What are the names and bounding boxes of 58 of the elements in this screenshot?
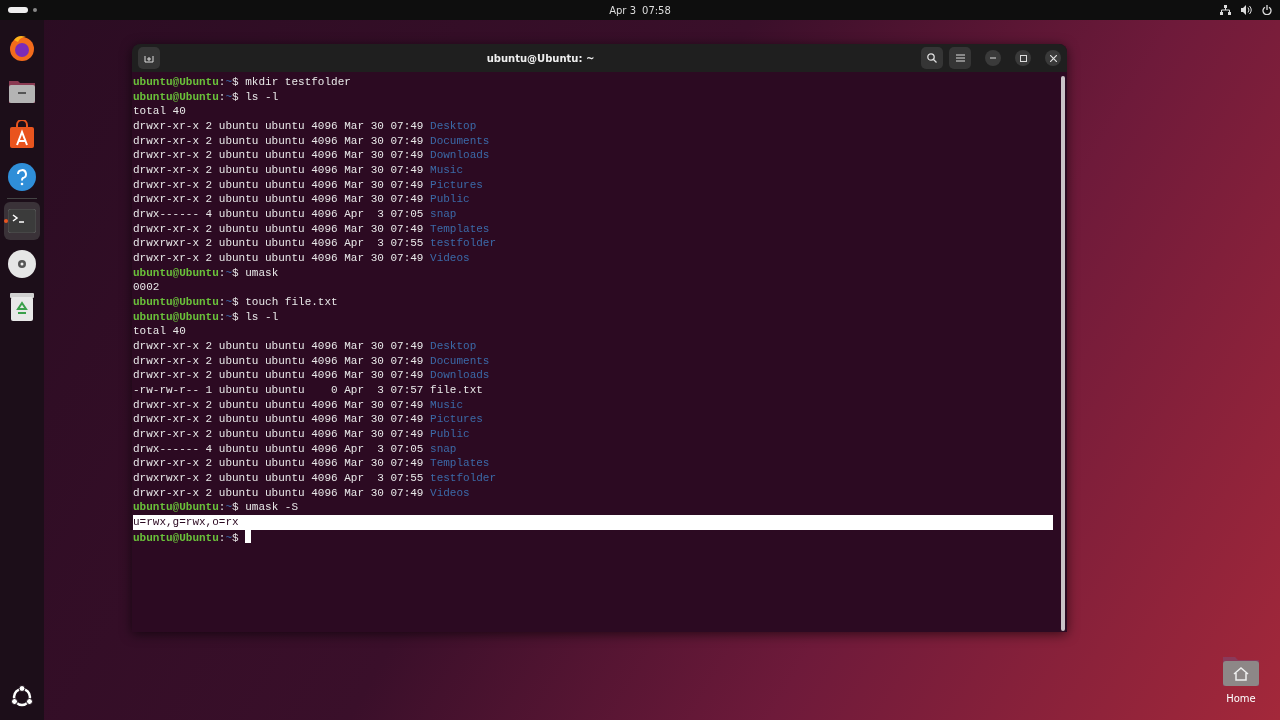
output-line: 0002 [133, 280, 161, 296]
volume-icon[interactable] [1241, 5, 1252, 15]
listing-line: drwxr-xr-x 2 ubuntu ubuntu 4096 Mar 30 07:49 Documents [133, 353, 491, 369]
listing-line: drwxr-xr-x 2 ubuntu ubuntu 4096 Mar 30 07:49 Documents [133, 133, 491, 149]
listing-line: drwx------ 4 ubuntu ubuntu 4096 Apr 3 07:05 snap [133, 441, 458, 457]
listing-line: drwxr-xr-x 2 ubuntu ubuntu 4096 Mar 30 07:49 Pictures [133, 412, 484, 428]
home-folder-icon[interactable] [1222, 655, 1260, 687]
listing-line: drwxrwxr-x 2 ubuntu ubuntu 4096 Apr 3 07:55 testfolder [133, 236, 498, 252]
listing-line: drwxr-xr-x 2 ubuntu ubuntu 4096 Mar 30 07:49 Videos [133, 251, 471, 266]
minimize-button[interactable] [985, 50, 1001, 66]
listing-line: drwxrwxr-x 2 ubuntu ubuntu 4096 Apr 3 07:55 testfolder [133, 471, 498, 486]
prompt-line: ubuntu@Ubuntu:~$ ls -l [133, 89, 280, 105]
listing-line: -rw-rw-r-- 1 ubuntu ubuntu 0 Apr 3 07:57 file.txt [133, 383, 484, 398]
maximize-icon [1019, 54, 1027, 62]
close-icon [1049, 54, 1057, 62]
listing-line: drwxr-xr-x 2 ubuntu ubuntu 4096 Mar 30 07:49 Pictures [133, 177, 484, 193]
menu-button[interactable] [949, 47, 971, 69]
output-line: total 40 [133, 324, 187, 340]
listing-line: drwxr-xr-x 2 ubuntu ubuntu 4096 Mar 30 07:49 Music [133, 397, 465, 413]
menu-icon [955, 54, 965, 62]
minimize-icon [990, 57, 996, 59]
workspace-indicator-icon[interactable] [8, 7, 38, 13]
search-icon [927, 53, 937, 63]
maximize-button[interactable] [1015, 50, 1031, 66]
prompt-line: ubuntu@Ubuntu:~$ [133, 529, 1053, 545]
listing-line: drwxr-xr-x 2 ubuntu ubuntu 4096 Mar 30 07:49 Desktop [133, 119, 478, 134]
home-folder-label[interactable]: Home [1226, 693, 1256, 704]
prompt-line: ubuntu@Ubuntu:~$ umask [133, 265, 280, 281]
listing-line: drwxr-xr-x 2 ubuntu ubuntu 4096 Mar 30 07:49 Videos [133, 485, 471, 501]
terminal-icon[interactable] [8, 209, 36, 233]
search-button[interactable] [921, 47, 943, 69]
scrollbar[interactable] [1061, 76, 1065, 631]
listing-line: drwxr-xr-x 2 ubuntu ubuntu 4096 Mar 30 07:49 Public [133, 427, 471, 442]
prompt-line: ubuntu@Ubuntu:~$ mkdir testfolder [133, 75, 352, 90]
listing-line: drwxr-xr-x 2 ubuntu ubuntu 4096 Mar 30 07:49 Desktop [133, 339, 478, 354]
window-title: ubuntu@Ubuntu: ~ [485, 52, 596, 64]
prompt-line: ubuntu@Ubuntu:~$ ls -l [133, 309, 280, 325]
prompt-line: ubuntu@Ubuntu:~$ touch file.txt [133, 295, 339, 310]
app-grid-logo-icon[interactable] [10, 685, 34, 709]
power-icon[interactable] [1262, 5, 1272, 15]
clock-date[interactable]: Apr 3 [609, 4, 636, 16]
listing-line: drwxr-xr-x 2 ubuntu ubuntu 4096 Mar 30 07:49 Music [133, 163, 465, 178]
folder-icon[interactable] [8, 78, 36, 104]
listing-line: drwxr-xr-x 2 ubuntu ubuntu 4096 Mar 30 07:49 Downloads [133, 368, 491, 384]
prompt-line: ubuntu@Ubuntu:~$ umask -S [133, 500, 300, 516]
new-tab-button[interactable] [138, 47, 160, 69]
output-line: total 40 [133, 104, 187, 119]
listing-line: drwxr-xr-x 2 ubuntu ubuntu 4096 Mar 30 07:49 Templates [133, 221, 491, 237]
close-button[interactable] [1045, 50, 1061, 66]
listing-line: drwx------ 4 ubuntu ubuntu 4096 Apr 3 07:05 snap [133, 207, 458, 222]
listing-line: drwxr-xr-x 2 ubuntu ubuntu 4096 Mar 30 07:49 Downloads [133, 148, 491, 164]
listing-line: drwxr-xr-x 2 ubuntu ubuntu 4096 Mar 30 07:49 Templates [133, 456, 491, 472]
new-tab-icon [144, 53, 154, 63]
clock-time[interactable]: 07:58 [642, 4, 671, 16]
trash-icon[interactable] [10, 293, 34, 321]
listing-line: drwxr-xr-x 2 ubuntu ubuntu 4096 Mar 30 07:49 Public [133, 192, 471, 208]
running-indicator [4, 219, 8, 223]
network-icon[interactable] [1220, 5, 1231, 15]
